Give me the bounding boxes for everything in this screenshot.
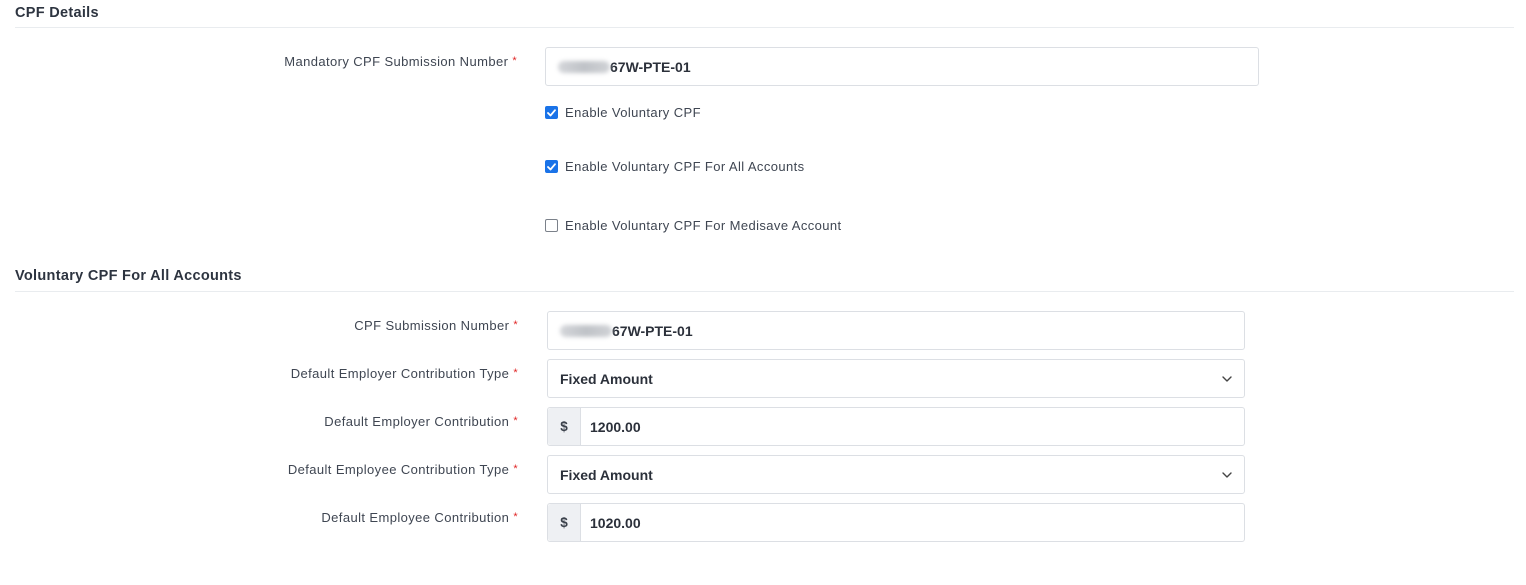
mandatory-cpf-label: Mandatory CPF Submission Number * [284,54,517,69]
required-mark: * [512,55,517,67]
checkbox-checked-icon[interactable] [545,160,558,173]
currency-prefix: $ [548,504,581,541]
employee-contribution-label: Default Employee Contribution * [321,510,518,525]
cpf-submission-value: 67W-PTE-01 [612,322,693,339]
employer-contribution-label: Default Employer Contribution * [324,414,518,429]
mandatory-cpf-value: 67W-PTE-01 [610,58,691,75]
checkbox-enable-voluntary-cpf-all-accounts[interactable]: Enable Voluntary CPF For All Accounts [545,159,805,174]
cpf-submission-label-text: CPF Submission Number [354,318,510,333]
required-mark: * [513,463,518,475]
employee-contribution-type-select[interactable]: Fixed Amount [547,455,1245,494]
checkbox-enable-voluntary-cpf-medisave[interactable]: Enable Voluntary CPF For Medisave Accoun… [545,218,842,233]
required-mark: * [513,367,518,379]
required-mark: * [513,319,518,331]
mandatory-cpf-label-text: Mandatory CPF Submission Number [284,54,509,69]
employer-contribution-type-select[interactable]: Fixed Amount [547,359,1245,398]
mandatory-cpf-submission-input[interactable]: 67W-PTE-01 [545,47,1259,86]
employer-contribution-label-text: Default Employer Contribution [324,414,510,429]
employee-contribution-value: 1020.00 [590,514,641,531]
redacted-text [560,324,612,337]
chevron-down-icon[interactable] [1220,468,1234,482]
employer-type-label: Default Employer Contribution Type * [291,366,518,381]
employee-contribution-input[interactable]: $ 1020.00 [547,503,1245,542]
checkbox-label: Enable Voluntary CPF [565,105,701,120]
employee-type-label-text: Default Employee Contribution Type [287,462,510,477]
employee-type-value: Fixed Amount [560,466,653,483]
redacted-text [558,60,610,73]
employer-contribution-input[interactable]: $ 1200.00 [547,407,1245,446]
employee-type-label: Default Employee Contribution Type * [288,462,518,477]
required-mark: * [513,415,518,427]
checkbox-enable-voluntary-cpf[interactable]: Enable Voluntary CPF [545,105,701,120]
employee-contribution-label-text: Default Employee Contribution [321,510,510,525]
section-title-cpf-details: CPF Details [15,5,99,21]
chevron-down-icon[interactable] [1220,372,1234,386]
checkbox-label: Enable Voluntary CPF For Medisave Accoun… [565,218,842,233]
employer-type-value: Fixed Amount [560,370,653,387]
cpf-submission-label: CPF Submission Number * [354,318,518,333]
required-mark: * [513,511,518,523]
employer-type-label-text: Default Employer Contribution Type [290,366,510,381]
checkbox-label: Enable Voluntary CPF For All Accounts [565,159,805,174]
cpf-submission-input[interactable]: 67W-PTE-01 [547,311,1245,350]
checkbox-unchecked-icon[interactable] [545,219,558,232]
checkbox-checked-icon[interactable] [545,106,558,119]
section-divider [15,291,1514,292]
currency-prefix: $ [548,408,581,445]
section-title-voluntary-cpf: Voluntary CPF For All Accounts [15,268,242,284]
employer-contribution-value: 1200.00 [590,418,641,435]
section-divider [15,27,1514,28]
